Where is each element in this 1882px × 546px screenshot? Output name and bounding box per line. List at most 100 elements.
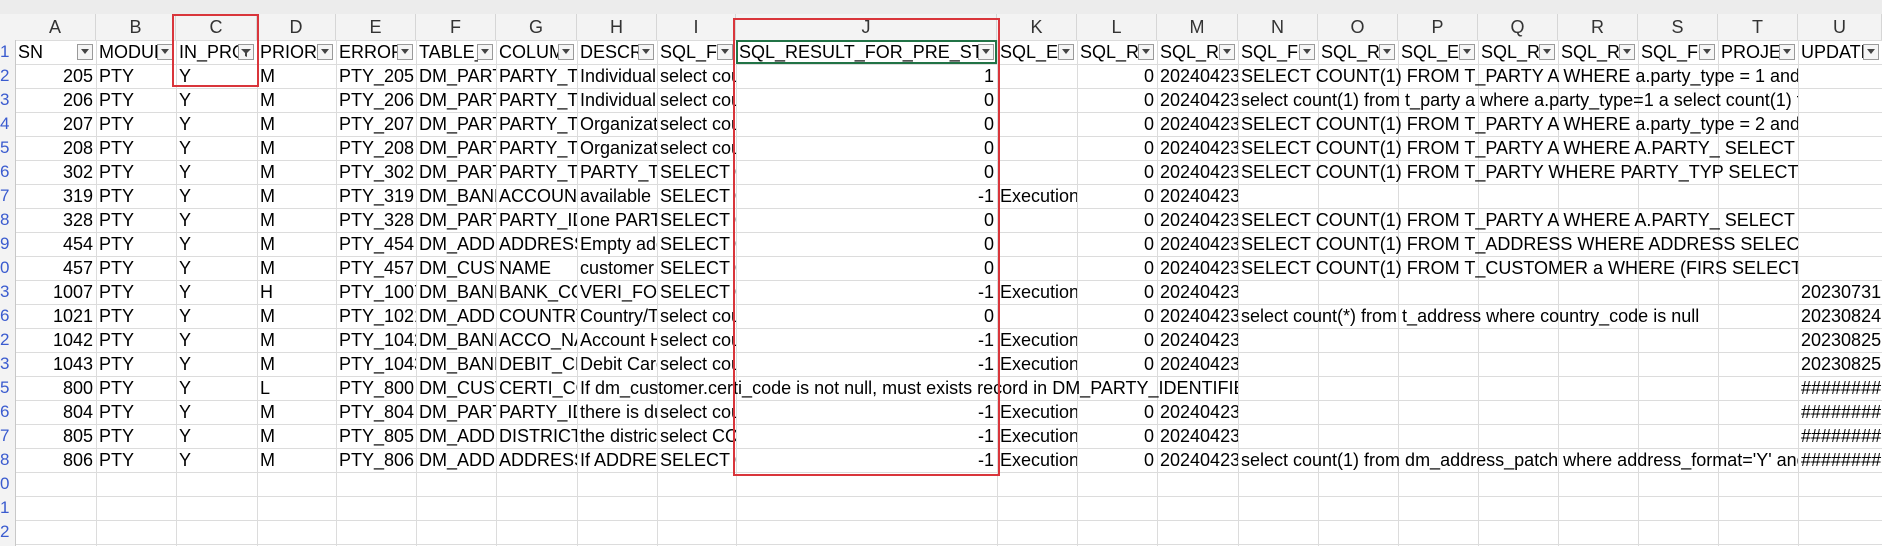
cell-c[interactable]: Y xyxy=(176,256,257,280)
cell-h[interactable]: Organizati xyxy=(577,112,657,136)
cell-h[interactable]: customer r xyxy=(577,256,657,280)
cell-g[interactable]: ADDRESS_ xyxy=(496,448,577,472)
cell-a[interactable]: 800 xyxy=(15,376,96,400)
header-cell-h[interactable]: DESCRI xyxy=(577,40,639,64)
cell-e[interactable]: PTY_1021 xyxy=(336,304,416,328)
cell-h[interactable]: Empty add xyxy=(577,232,657,256)
column-header-s[interactable]: S xyxy=(1638,14,1718,40)
cell-b[interactable]: PTY xyxy=(96,328,176,352)
cell-e[interactable]: PTY_207 xyxy=(336,112,416,136)
cell-k[interactable] xyxy=(997,304,1077,328)
cell-l[interactable]: 0 xyxy=(1077,352,1157,376)
cell-b[interactable]: PTY xyxy=(96,136,176,160)
cell-a[interactable]: 1007 xyxy=(15,280,96,304)
cell-m[interactable]: 20240423 xyxy=(1157,352,1238,376)
cell-e[interactable]: PTY_302 xyxy=(336,160,416,184)
column-header-r[interactable]: R xyxy=(1558,14,1638,40)
filter-dropdown-button[interactable] xyxy=(1299,44,1315,60)
cell-f[interactable]: DM_CUSTO xyxy=(416,256,496,280)
cell-n[interactable]: SELECT COUNT(1) FROM T_ADDRESS WHERE ADD… xyxy=(1238,232,1798,256)
cell-c[interactable]: Y xyxy=(176,280,257,304)
cell-g[interactable]: PARTY_ID xyxy=(496,208,577,232)
cell-a[interactable]: 805 xyxy=(15,424,96,448)
cell-e[interactable]: PTY_206 xyxy=(336,88,416,112)
cell-l[interactable]: 0 xyxy=(1077,160,1157,184)
cell-b[interactable]: PTY xyxy=(96,304,176,328)
row-number[interactable]: 6 xyxy=(0,160,15,184)
cell-e[interactable]: PTY_328 xyxy=(336,208,416,232)
row-number[interactable]: 1 xyxy=(0,496,15,520)
cell-c[interactable]: Y xyxy=(176,184,257,208)
cell-h[interactable]: available b xyxy=(577,184,657,208)
cell-b[interactable]: PTY xyxy=(96,208,176,232)
row-number[interactable]: 3 xyxy=(0,352,15,376)
row-number[interactable]: 2 xyxy=(0,64,15,88)
cell-l[interactable]: 0 xyxy=(1077,64,1157,88)
cell-u[interactable] xyxy=(1798,184,1882,208)
cell-k[interactable] xyxy=(997,256,1077,280)
cell-f[interactable]: DM_ADDR xyxy=(416,304,496,328)
cell-n[interactable]: select count(*) from t_address where cou… xyxy=(1238,304,1798,328)
cell-d[interactable]: M xyxy=(257,184,336,208)
cell-g[interactable]: PARTY_TY xyxy=(496,136,577,160)
header-cell-m[interactable]: SQL_RU xyxy=(1157,40,1220,64)
spreadsheet[interactable]: ABCDEFGHIJKLMNOPQRSTU SNMODULIN_PROPRIOR… xyxy=(0,0,1882,546)
cell-f[interactable]: DM_PARTY xyxy=(416,64,496,88)
cell-i[interactable]: select cou xyxy=(657,352,736,376)
cell-h[interactable]: If ADDRES xyxy=(577,448,657,472)
cell-b[interactable]: PTY xyxy=(96,256,176,280)
cell-u[interactable]: 20230824 xyxy=(1798,304,1882,328)
cell-k[interactable]: Execution xyxy=(997,184,1077,208)
cell-n[interactable]: SELECT COUNT(1) FROM T_PARTY A WHERE A.P… xyxy=(1238,208,1798,232)
cell-h[interactable]: one PARTY xyxy=(577,208,657,232)
header-cell-f[interactable]: TABLE_ xyxy=(416,40,478,64)
column-header-o[interactable]: O xyxy=(1318,14,1398,40)
cell-i[interactable]: SELECT CO xyxy=(657,448,736,472)
header-cell-s[interactable]: SQL_FO xyxy=(1638,40,1700,64)
cell-m[interactable]: 20240423 xyxy=(1157,328,1238,352)
filter-dropdown-button[interactable] xyxy=(1779,44,1795,60)
row-number[interactable]: 5 xyxy=(0,376,15,400)
cell-u[interactable]: 20230825 xyxy=(1798,352,1882,376)
cell-l[interactable]: 0 xyxy=(1077,280,1157,304)
row-number[interactable]: 2 xyxy=(0,520,15,544)
cell-f[interactable]: DM_BANK xyxy=(416,352,496,376)
cell-d[interactable]: M xyxy=(257,304,336,328)
cell-c[interactable]: Y xyxy=(176,352,257,376)
cell-u[interactable] xyxy=(1798,160,1882,184)
cell-m[interactable]: 20240423 xyxy=(1157,256,1238,280)
cell-g[interactable]: PARTY_TY xyxy=(496,112,577,136)
cell-i[interactable]: SELECT CO xyxy=(657,280,736,304)
cell-n[interactable]: select count(1) from t_party a where a.p… xyxy=(1238,88,1798,112)
cell-n[interactable]: SELECT COUNT(1) FROM T_CUSTOMER a WHERE … xyxy=(1238,256,1798,280)
filter-dropdown-button[interactable] xyxy=(1058,44,1074,60)
cell-f[interactable]: DM_BANK xyxy=(416,280,496,304)
cell-u[interactable] xyxy=(1798,64,1882,88)
cell-b[interactable]: PTY xyxy=(96,64,176,88)
cell-i[interactable]: select cou xyxy=(657,304,736,328)
cell-i[interactable]: SELECT CO xyxy=(657,160,736,184)
row-number[interactable]: 7 xyxy=(0,184,15,208)
cell-m[interactable]: 20240423 xyxy=(1157,160,1238,184)
column-header-e[interactable]: E xyxy=(336,14,416,40)
filter-dropdown-button[interactable] xyxy=(717,44,733,60)
cell-i[interactable]: select cou xyxy=(657,112,736,136)
cell-e[interactable]: PTY_806 xyxy=(336,448,416,472)
cell-g[interactable]: PARTY_TY xyxy=(496,64,577,88)
cell-f[interactable]: DM_PARTY xyxy=(416,112,496,136)
cell-f[interactable]: DM_PARTY xyxy=(416,400,496,424)
filter-dropdown-button[interactable] xyxy=(1619,44,1635,60)
cell-i[interactable]: select cou xyxy=(657,328,736,352)
cell-e[interactable]: PTY_805 xyxy=(336,424,416,448)
cell-e[interactable]: PTY_800 xyxy=(336,376,416,400)
header-cell-b[interactable]: MODUL xyxy=(96,40,158,64)
cell-g[interactable]: DEBIT_CRI xyxy=(496,352,577,376)
cell-c[interactable]: Y xyxy=(176,376,257,400)
cell-n[interactable]: SELECT COUNT(1) FROM T_PARTY WHERE PARTY… xyxy=(1238,160,1798,184)
cell-u[interactable] xyxy=(1798,232,1882,256)
cell-a[interactable]: 205 xyxy=(15,64,96,88)
column-header-p[interactable]: P xyxy=(1398,14,1478,40)
cell-f[interactable]: DM_PARTY xyxy=(416,208,496,232)
column-header-a[interactable]: A xyxy=(15,14,96,40)
cell-k[interactable]: Execution xyxy=(997,424,1077,448)
